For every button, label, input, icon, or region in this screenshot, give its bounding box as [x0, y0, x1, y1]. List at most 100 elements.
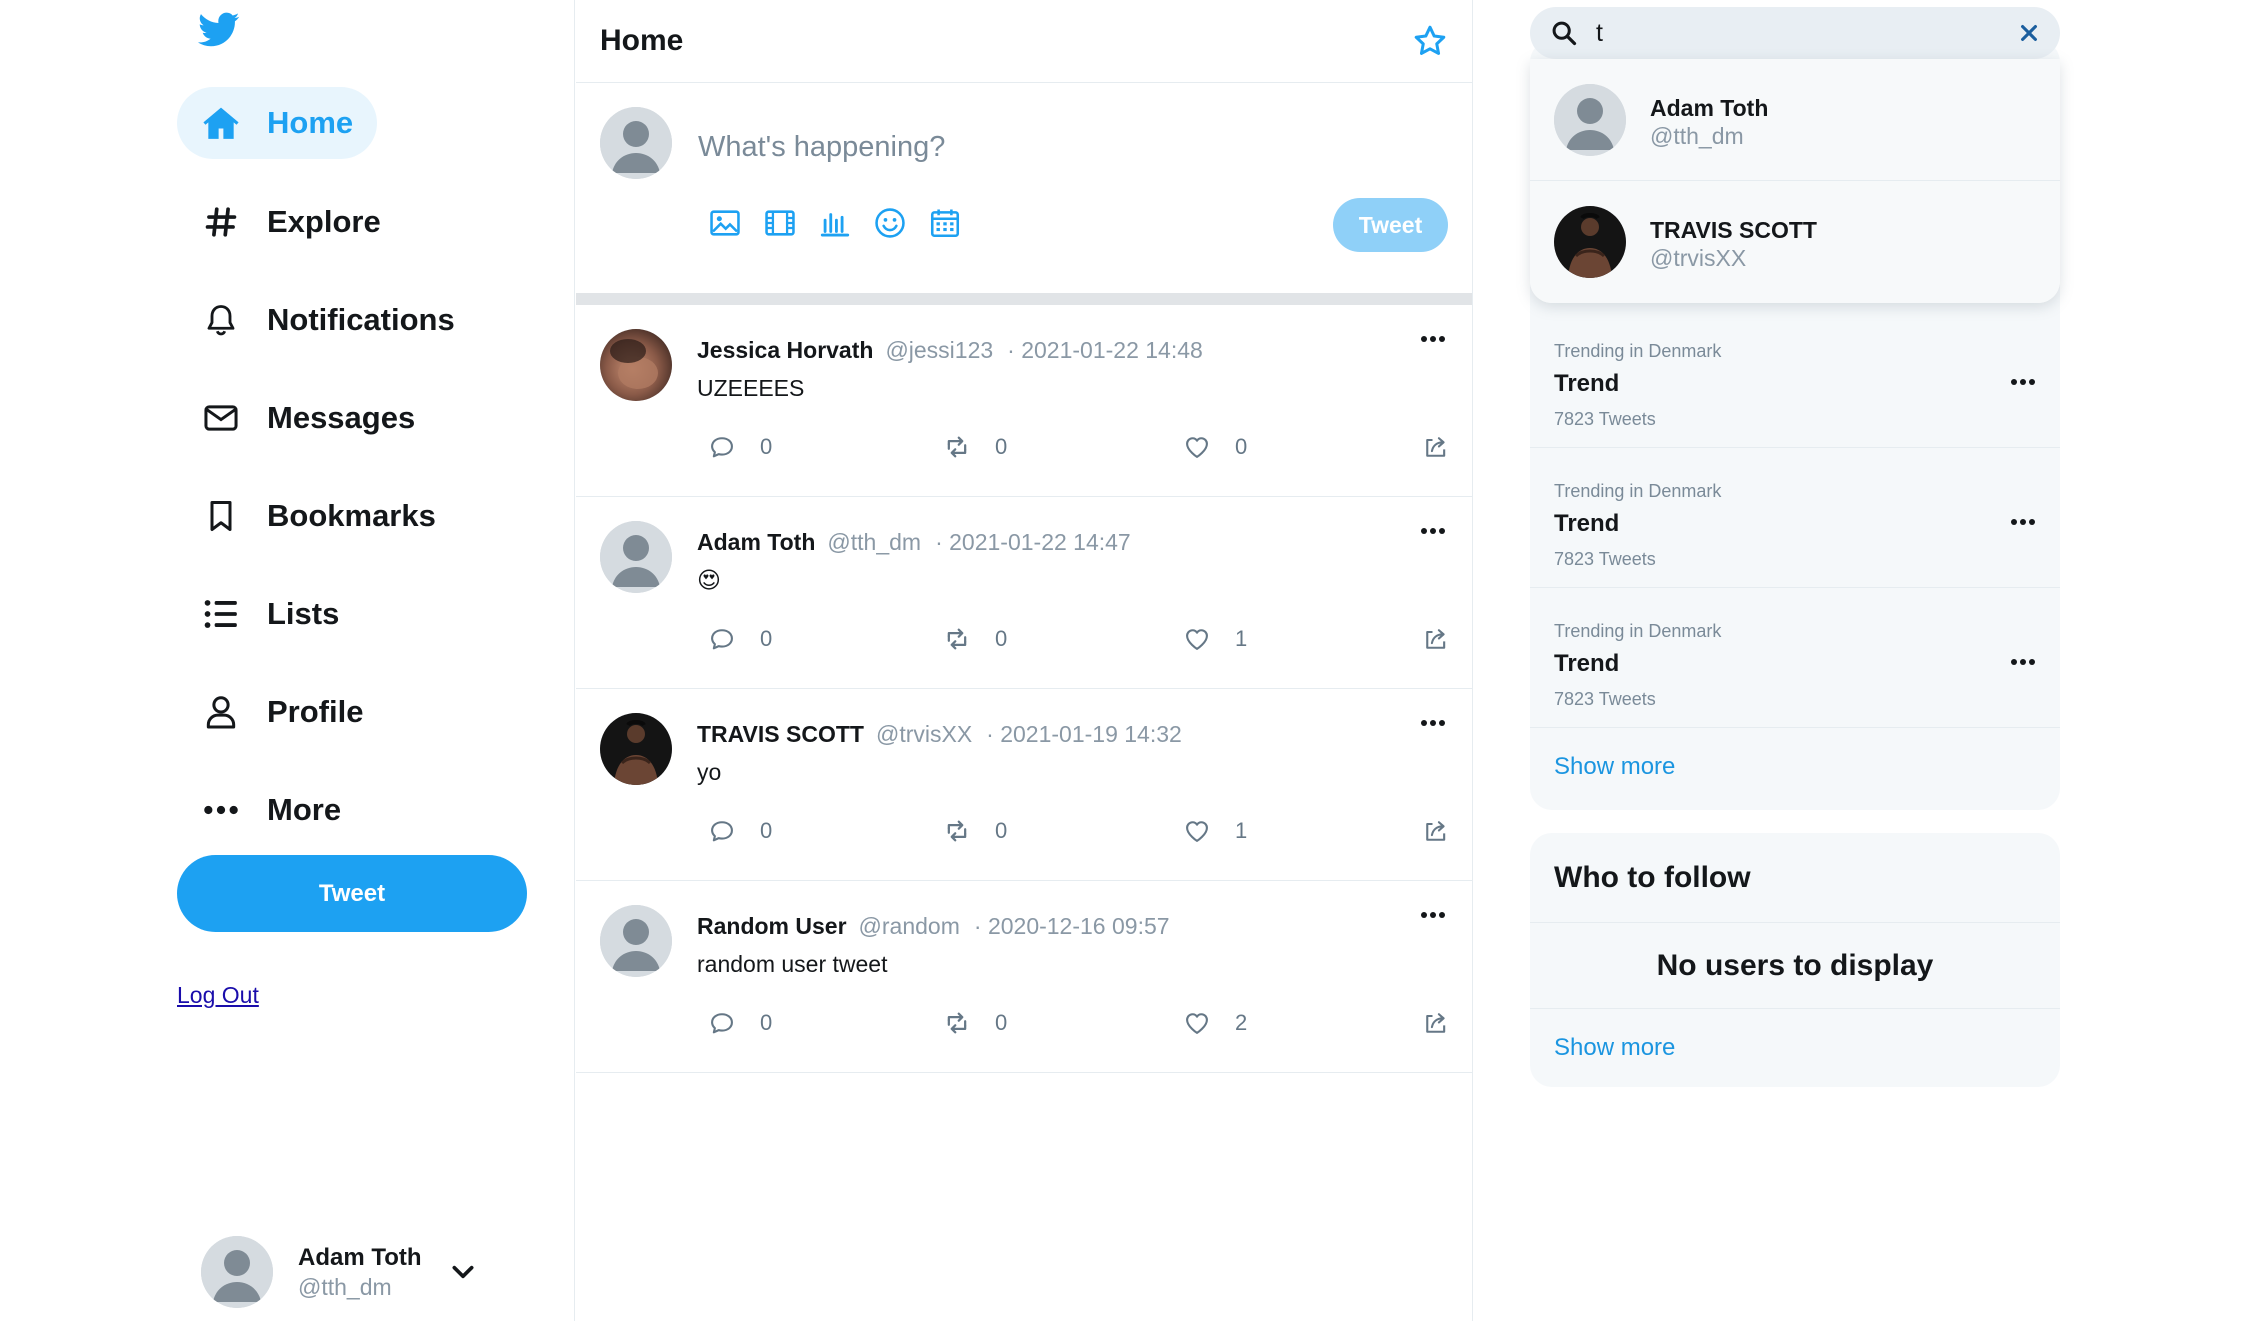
film-icon[interactable]: [763, 206, 799, 242]
nav-bookmarks[interactable]: Bookmarks: [177, 480, 460, 552]
tweet-text: yo: [697, 759, 722, 785]
retweet-icon: [943, 625, 971, 653]
more-options-icon[interactable]: [1420, 527, 1448, 541]
compose-tweet-button[interactable]: Tweet: [1333, 198, 1448, 252]
account-handle: @tth_dm: [298, 1273, 392, 1300]
retweet-button[interactable]: 0: [943, 817, 1007, 845]
retweet-count: 0: [995, 626, 1008, 651]
nav-notifications[interactable]: Notifications: [177, 284, 479, 356]
trends-list: Trending in Denmark Trend 7823 Tweets Trend…: [1530, 308, 2060, 728]
tweet-author-name[interactable]: Jessica Horvath: [697, 337, 873, 364]
reply-icon: [708, 433, 736, 461]
like-button[interactable]: 1: [1183, 625, 1247, 653]
more-options-icon[interactable]: [1420, 719, 1448, 733]
bell-icon: [201, 300, 241, 340]
composer-toolbar: [708, 206, 983, 242]
twitter-bird-icon[interactable]: [198, 12, 240, 48]
more-options-icon[interactable]: [2010, 378, 2036, 390]
close-icon[interactable]: [2018, 22, 2040, 44]
more-options-icon[interactable]: [1420, 911, 1448, 925]
tweet-header: TRAVIS SCOTT @trvisXX · 2021-01-19 14:32: [697, 721, 1182, 748]
tweet-author-handle[interactable]: @trvisXX: [876, 721, 972, 748]
image-icon[interactable]: [708, 206, 744, 242]
share-button[interactable]: [1422, 625, 1450, 653]
retweet-button[interactable]: 0: [943, 433, 1007, 461]
trends-show-more[interactable]: Show more: [1530, 728, 2060, 806]
heart-icon: [1183, 1009, 1211, 1037]
avatar[interactable]: [600, 521, 672, 593]
more-options-icon[interactable]: [2010, 518, 2036, 530]
tweet-item[interactable]: TRAVIS SCOTT @trvisXX · 2021-01-19 14:32 yo…: [576, 689, 1472, 881]
nav-more[interactable]: More: [177, 774, 365, 846]
search-result-item[interactable]: TRAVIS SCOTT @trvisXX: [1530, 181, 2060, 303]
tweet-item[interactable]: Random User @random · 2020-12-16 09:57 rand…: [576, 881, 1472, 1073]
trend-name: Trend: [1554, 510, 1620, 537]
share-button[interactable]: [1422, 1009, 1450, 1037]
emoji-icon[interactable]: [873, 206, 909, 242]
nav-label: Notifications: [267, 302, 455, 337]
nav-lists[interactable]: Lists: [177, 578, 363, 650]
avatar: [600, 107, 672, 179]
nav-profile[interactable]: Profile: [177, 676, 387, 748]
account-switcher[interactable]: Adam Toth @tth_dm: [201, 1236, 476, 1308]
search-icon: [1550, 19, 1578, 47]
avatar[interactable]: [600, 905, 672, 977]
retweet-button[interactable]: 0: [943, 1009, 1007, 1037]
tweet-author-name[interactable]: Random User: [697, 913, 847, 940]
retweet-icon: [943, 433, 971, 461]
reply-button[interactable]: 0: [708, 625, 772, 653]
logout-link[interactable]: Log Out: [177, 982, 259, 1009]
search-result-item[interactable]: Adam Toth @tth_dm: [1530, 59, 2060, 181]
result-name: TRAVIS SCOTT: [1650, 217, 1817, 243]
trend-name: Trend: [1554, 370, 1620, 397]
like-button[interactable]: 0: [1183, 433, 1247, 461]
tweet-list: Jessica Horvath @jessi123 · 2021-01-22 14:…: [576, 305, 1472, 1073]
trend-location: Trending in Denmark: [1554, 341, 1722, 361]
tweet-button[interactable]: Tweet: [177, 855, 527, 932]
avatar: [1554, 84, 1626, 156]
reply-button[interactable]: 0: [708, 817, 772, 845]
tweet-author-handle[interactable]: @jessi123: [885, 337, 993, 364]
page-title: Home: [600, 24, 684, 57]
retweet-icon: [943, 817, 971, 845]
more-options-icon[interactable]: [1420, 335, 1448, 349]
reply-button[interactable]: 0: [708, 1009, 772, 1037]
tweet-author-name[interactable]: Adam Toth: [697, 529, 815, 556]
tweet-author-handle[interactable]: @random: [859, 913, 960, 940]
compose-input[interactable]: What's happening?: [698, 131, 945, 164]
trend-item[interactable]: Trending in Denmark Trend 7823 Tweets: [1530, 588, 2060, 728]
reply-icon: [708, 817, 736, 845]
search-input[interactable]: [1596, 13, 2018, 53]
tweet-item[interactable]: Jessica Horvath @jessi123 · 2021-01-22 14:…: [576, 305, 1472, 497]
avatar[interactable]: [600, 713, 672, 785]
who-to-follow-empty: No users to display: [1530, 923, 2060, 1009]
tweet-header: Adam Toth @tth_dm · 2021-01-22 14:47: [697, 529, 1131, 556]
like-button[interactable]: 2: [1183, 1009, 1247, 1037]
reply-button[interactable]: 0: [708, 433, 772, 461]
nav-label: Lists: [267, 596, 340, 631]
trend-item[interactable]: Trending in Denmark Trend 7823 Tweets: [1530, 308, 2060, 448]
chart-icon[interactable]: [818, 206, 854, 242]
tweet-item[interactable]: Adam Toth @tth_dm · 2021-01-22 14:47 😍 0 0 1: [576, 497, 1472, 689]
hashtag-icon: [201, 202, 241, 242]
follow-show-more[interactable]: Show more: [1530, 1009, 2060, 1087]
more-options-icon[interactable]: [2010, 658, 2036, 670]
result-handle: @trvisXX: [1650, 245, 1747, 271]
share-button[interactable]: [1422, 433, 1450, 461]
share-icon: [1422, 433, 1450, 461]
star-icon[interactable]: [1412, 23, 1448, 59]
nav-home[interactable]: Home: [177, 87, 378, 159]
share-button[interactable]: [1422, 817, 1450, 845]
like-button[interactable]: 1: [1183, 817, 1247, 845]
retweet-button[interactable]: 0: [943, 625, 1007, 653]
nav-messages[interactable]: Messages: [177, 382, 439, 454]
trend-count: 7823 Tweets: [1554, 689, 1656, 709]
nav-explore[interactable]: Explore: [177, 186, 405, 258]
avatar[interactable]: [600, 329, 672, 401]
tweet-author-handle[interactable]: @tth_dm: [827, 529, 921, 556]
tweet-author-name[interactable]: TRAVIS SCOTT: [697, 721, 864, 748]
share-icon: [1422, 625, 1450, 653]
trend-item[interactable]: Trending in Denmark Trend 7823 Tweets: [1530, 448, 2060, 588]
chevron-down-icon[interactable]: [450, 1259, 476, 1285]
calendar-icon[interactable]: [928, 206, 964, 242]
